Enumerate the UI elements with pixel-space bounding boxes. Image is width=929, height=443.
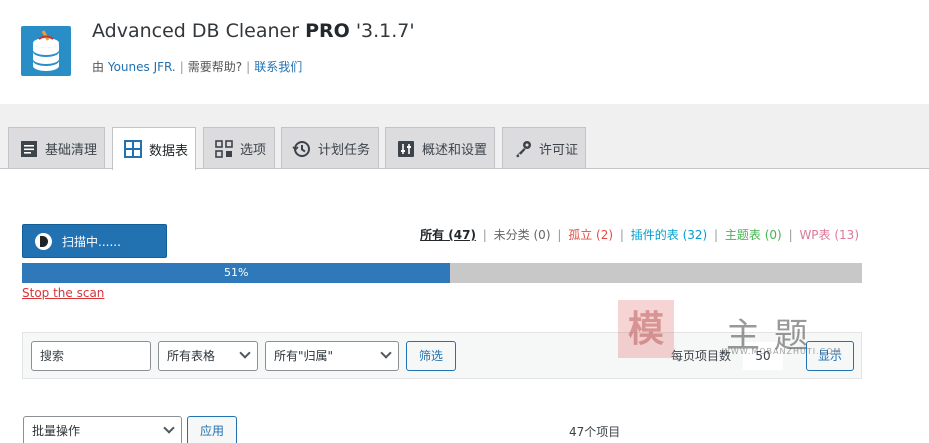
- table-select[interactable]: 所有表格: [158, 341, 258, 371]
- tab-label: 选项: [240, 143, 267, 158]
- tab-tables[interactable]: 数据表: [112, 127, 196, 170]
- filter-label: 孤立: [568, 228, 593, 242]
- items-count: 47个项目: [569, 425, 621, 439]
- document-lines-icon: [21, 140, 37, 157]
- separator: |: [557, 228, 562, 242]
- key-icon: [516, 140, 531, 157]
- table-select-value: 所有表格: [167, 349, 216, 363]
- plugin-title: Advanced DB Cleaner PRO '3.1.7': [92, 20, 415, 42]
- tab-basic-cleanup[interactable]: 基础清理: [8, 127, 105, 169]
- filter-uncategorized[interactable]: 未分类 (0): [494, 228, 551, 242]
- plugin-edition: PRO: [305, 20, 350, 42]
- sliders-icon: [398, 140, 414, 157]
- filter-label: 主题表: [724, 228, 761, 242]
- stop-scan-link[interactable]: Stop the scan: [22, 286, 104, 300]
- options-grid-icon: [215, 139, 233, 158]
- tab-license[interactable]: 许可证: [502, 127, 586, 169]
- filter-label: 插件的表: [630, 228, 679, 242]
- owner-select[interactable]: 所有"归属": [265, 341, 399, 371]
- filter-count: (47): [444, 228, 476, 242]
- tab-scheduled-tasks[interactable]: 计划任务: [281, 127, 379, 169]
- per-page-input[interactable]: 50: [743, 342, 783, 370]
- tab-overview-settings[interactable]: 概述和设置: [385, 127, 495, 169]
- separator: |: [788, 228, 793, 242]
- separator: |: [482, 228, 487, 242]
- filter-count: (13): [830, 228, 859, 242]
- database-icon: [33, 30, 59, 71]
- by-prefix: 由: [92, 60, 108, 74]
- chevron-down-icon: [239, 347, 251, 359]
- separator: |: [714, 228, 719, 242]
- filter-button[interactable]: 筛选: [406, 341, 456, 371]
- plugin-logo: [21, 26, 71, 76]
- progress-fill: 51%: [22, 263, 451, 283]
- filter-count: (0): [760, 228, 782, 242]
- scan-button[interactable]: 扫描中......: [22, 224, 167, 258]
- tab-label: 计划任务: [318, 143, 371, 158]
- chevron-down-icon: [163, 422, 175, 434]
- separator: |: [619, 228, 624, 242]
- tab-label: 许可证: [539, 143, 579, 158]
- filter-label: 未分类: [493, 228, 530, 242]
- apply-button[interactable]: 应用: [187, 416, 237, 443]
- plugin-name: Advanced DB Cleaner: [92, 20, 306, 42]
- help-label: 需要帮助?: [187, 60, 243, 74]
- filter-label: 所有: [420, 228, 445, 242]
- filter-orphan[interactable]: 孤立 (2): [568, 228, 613, 242]
- filter-plugin-tables[interactable]: 插件的表 (32): [631, 228, 707, 242]
- separator: |: [179, 60, 184, 74]
- search-toolbar: 搜索 所有表格 所有"归属" 筛选 每页项目数 50 显示: [22, 332, 862, 379]
- tab-label: 基础清理: [45, 143, 98, 158]
- spinner-icon: [35, 232, 52, 250]
- table-grid-icon: [124, 140, 142, 158]
- history-clock-icon: [292, 140, 310, 157]
- plugin-byline: 由 Younes JFR. | 需要帮助? | 联系我们: [92, 58, 302, 75]
- filter-all[interactable]: 所有 (47): [420, 228, 476, 242]
- filter-count: (0): [529, 228, 551, 242]
- scan-progress-bar: 51%: [22, 263, 862, 283]
- chevron-down-icon: [380, 347, 392, 359]
- filter-count: (2): [592, 228, 614, 242]
- bulk-action-select[interactable]: 批量操作: [23, 416, 182, 443]
- tab-label: 概述和设置: [422, 143, 488, 158]
- filter-theme-tables[interactable]: 主题表 (0): [725, 228, 782, 242]
- tab-label: 数据表: [149, 143, 189, 159]
- table-type-filters: 所有 (47) | 未分类 (0) | 孤立 (2) | 插件的表 (32) |…: [417, 226, 862, 243]
- tab-options[interactable]: 选项: [203, 127, 275, 169]
- scan-button-label: 扫描中......: [62, 234, 121, 249]
- author-link[interactable]: Younes JFR.: [108, 60, 176, 74]
- separator: |: [246, 60, 251, 74]
- owner-select-value: 所有"归属": [274, 349, 334, 363]
- contact-link[interactable]: 联系我们: [254, 60, 302, 74]
- show-button[interactable]: 显示: [806, 341, 854, 371]
- plugin-header: Advanced DB Cleaner PRO '3.1.7' 由 Younes…: [0, 0, 929, 104]
- bulk-select-value: 批量操作: [32, 424, 81, 438]
- per-page-label: 每页项目数: [671, 349, 732, 363]
- search-input[interactable]: 搜索: [31, 341, 151, 371]
- tables-panel: [0, 168, 929, 443]
- plugin-version: '3.1.7': [349, 20, 415, 42]
- filter-label: WP表: [799, 228, 831, 242]
- filter-wp-tables[interactable]: WP表 (13): [799, 228, 859, 242]
- filter-count: (32): [678, 228, 708, 242]
